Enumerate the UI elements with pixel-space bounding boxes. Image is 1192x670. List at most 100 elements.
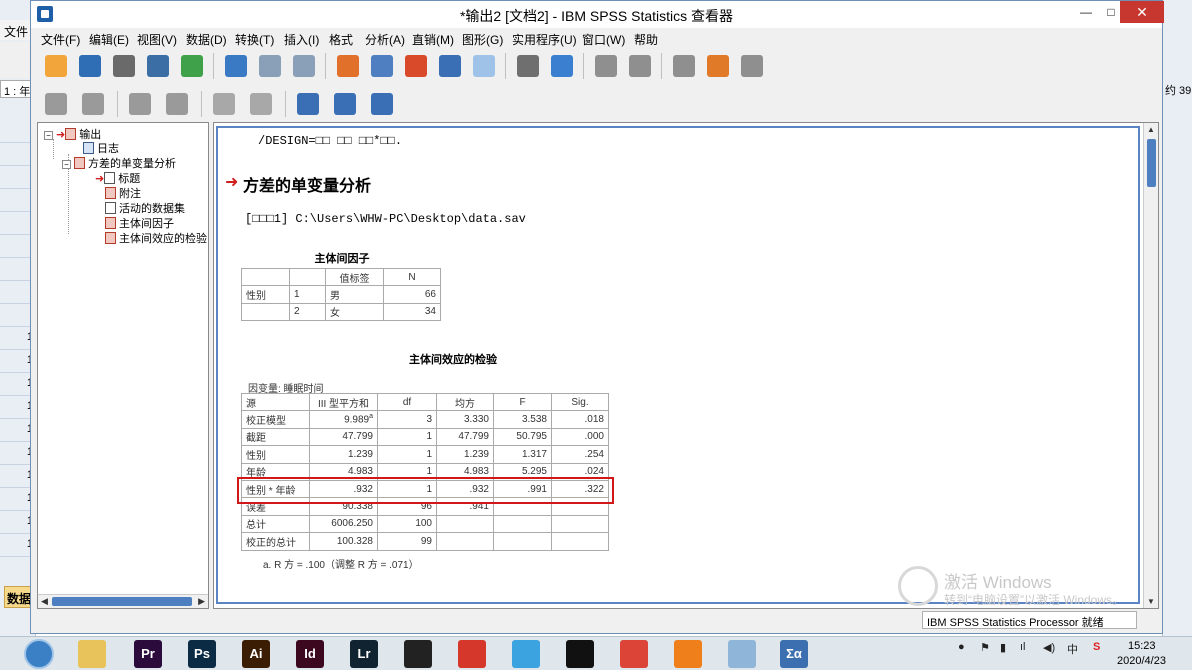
- menu-help[interactable]: 帮助: [634, 31, 658, 48]
- recall-dialog-button[interactable]: [221, 52, 251, 80]
- title-bar[interactable]: *输出2 [文档2] - IBM SPSS Statistics 查看器 — □…: [31, 1, 1164, 28]
- outline-item-active-dataset[interactable]: 活动的数据集: [105, 200, 185, 215]
- select-cases-button[interactable]: [591, 52, 621, 80]
- outline-item-label: 活动的数据集: [119, 203, 185, 215]
- insert-case-button[interactable]: [469, 52, 499, 80]
- insert-case-icon: [473, 55, 495, 77]
- network-tray-icon[interactable]: ▮: [1000, 641, 1006, 654]
- illustrator-icon[interactable]: Ai: [242, 640, 270, 668]
- menu-transform[interactable]: 转换(T): [235, 31, 274, 48]
- volume-tray-icon[interactable]: ◀): [1043, 641, 1055, 654]
- flag-tray-icon[interactable]: ⚑: [980, 641, 990, 654]
- collapse-toggle[interactable]: −: [62, 160, 71, 169]
- hide-button[interactable]: [246, 90, 276, 118]
- file-explorer-icon[interactable]: [78, 640, 106, 668]
- minimize-button[interactable]: —: [1072, 1, 1100, 23]
- save-button[interactable]: [75, 52, 105, 80]
- insert-heading-button[interactable]: [293, 90, 323, 118]
- spss-icon[interactable]: Σα: [780, 640, 808, 668]
- show-button[interactable]: [209, 90, 239, 118]
- use-sets-button[interactable]: [703, 52, 733, 80]
- outline-item-notes[interactable]: 附注: [105, 185, 141, 200]
- scroll-thumb[interactable]: [1147, 139, 1156, 187]
- chrome-icon[interactable]: [620, 640, 648, 668]
- cloud-icon[interactable]: [512, 640, 540, 668]
- cell-value: .254: [584, 448, 604, 460]
- menu-view[interactable]: 视图(V): [137, 31, 177, 48]
- close-button[interactable]: ✕: [1120, 1, 1164, 23]
- lightroom-icon[interactable]: Lr: [350, 640, 378, 668]
- qq-icon[interactable]: [566, 640, 594, 668]
- scroll-right-icon[interactable]: ▶: [198, 596, 205, 607]
- table-row: 总计 6006.250 100: [241, 514, 609, 534]
- menu-file[interactable]: 文件(F): [41, 31, 80, 48]
- start-button[interactable]: [24, 639, 54, 669]
- section-title[interactable]: 方差的单变量分析: [243, 172, 371, 196]
- outline-log[interactable]: 日志: [83, 140, 119, 155]
- photoshop-icon[interactable]: Ps: [188, 640, 216, 668]
- export-button[interactable]: [177, 52, 207, 80]
- variables-button[interactable]: [435, 52, 465, 80]
- print-button[interactable]: [109, 52, 139, 80]
- browser-icon[interactable]: [674, 640, 702, 668]
- factors-table[interactable]: 值标签 N 性别 1 男 66 2 女 34: [241, 267, 441, 322]
- goto-data-button[interactable]: [333, 52, 363, 80]
- collapse-button[interactable]: [162, 90, 192, 118]
- demote-button[interactable]: [78, 90, 108, 118]
- menu-direct-marketing[interactable]: 直销(M): [412, 31, 454, 48]
- wps-icon[interactable]: [458, 640, 486, 668]
- undo-button[interactable]: [255, 52, 285, 80]
- scroll-left-icon[interactable]: ◀: [41, 596, 48, 607]
- outline-horizontal-scrollbar[interactable]: ◀ ▶: [38, 594, 208, 608]
- clock-date[interactable]: 2020/4/23: [1117, 655, 1166, 667]
- collapse-toggle[interactable]: −: [44, 131, 53, 140]
- menu-format[interactable]: 格式: [329, 31, 353, 48]
- indesign-icon[interactable]: Id: [296, 640, 324, 668]
- outline-pane[interactable]: − ➜ 输出 日志 − 方差的单变量分析 ➜ 标题 附注 活动的数据集 主体间因子 主体…: [37, 122, 209, 609]
- qq-tray-icon[interactable]: ●: [958, 641, 965, 653]
- redo-button[interactable]: [289, 52, 319, 80]
- cell-value: 1: [426, 448, 432, 460]
- menu-window[interactable]: 窗口(W): [582, 31, 625, 48]
- print-preview-button[interactable]: [143, 52, 173, 80]
- menu-edit[interactable]: 编辑(E): [89, 31, 129, 48]
- outline-item-effects-test[interactable]: 主体间效应的检验: [105, 230, 207, 245]
- notes-icon[interactable]: [728, 640, 756, 668]
- expand-button[interactable]: [125, 90, 155, 118]
- open-button[interactable]: [41, 52, 71, 80]
- promote-button[interactable]: [41, 90, 71, 118]
- activation-watermark-icon: [898, 566, 938, 606]
- menu-graphs[interactable]: 图形(G): [462, 31, 503, 48]
- content-vertical-scrollbar[interactable]: ▲ ▼: [1143, 123, 1158, 608]
- split-file-button[interactable]: [547, 52, 577, 80]
- insert-text-button[interactable]: [367, 90, 397, 118]
- insert-title-button[interactable]: [330, 90, 360, 118]
- table-icon: [105, 217, 116, 229]
- value-labels-button[interactable]: [669, 52, 699, 80]
- outline-root[interactable]: − ➜ 输出: [44, 126, 101, 141]
- menu-data[interactable]: 数据(D): [186, 31, 227, 48]
- menu-analyze[interactable]: 分析(A): [365, 31, 405, 48]
- scroll-up-icon[interactable]: ▲: [1147, 125, 1155, 134]
- goto-variable-button[interactable]: [401, 52, 431, 80]
- premiere-icon[interactable]: Pr: [134, 640, 162, 668]
- expand-icon: [129, 93, 151, 115]
- sogou-ime-icon[interactable]: S: [1093, 641, 1100, 653]
- outline-procedure[interactable]: − 方差的单变量分析: [62, 155, 176, 170]
- outline-item-between-factors[interactable]: 主体间因子: [105, 215, 174, 230]
- menu-utilities[interactable]: 实用程序(U): [512, 31, 577, 48]
- video-editor-icon[interactable]: [404, 640, 432, 668]
- show-all-button[interactable]: [737, 52, 767, 80]
- insert-variable-button[interactable]: [513, 52, 543, 80]
- outline-item-title[interactable]: ➜ 标题: [95, 170, 140, 185]
- signal-tray-icon[interactable]: ıl: [1020, 641, 1026, 653]
- weight-cases-button[interactable]: [625, 52, 655, 80]
- ime-indicator[interactable]: 中: [1067, 641, 1078, 657]
- output-content-pane[interactable]: /DESIGN=□□ □□ □□*□□. ➜ 方差的单变量分析 [□□□1] C…: [213, 122, 1159, 609]
- effects-table[interactable]: 源 III 型平方和 df 均方 F Sig. 校正模型 9.989a 3 3.330…: [241, 392, 609, 551]
- menu-insert[interactable]: 插入(I): [284, 31, 319, 48]
- scroll-down-icon[interactable]: ▼: [1147, 597, 1155, 606]
- goto-case-button[interactable]: [367, 52, 397, 80]
- scroll-thumb[interactable]: [52, 597, 192, 606]
- clock-time[interactable]: 15:23: [1128, 640, 1156, 652]
